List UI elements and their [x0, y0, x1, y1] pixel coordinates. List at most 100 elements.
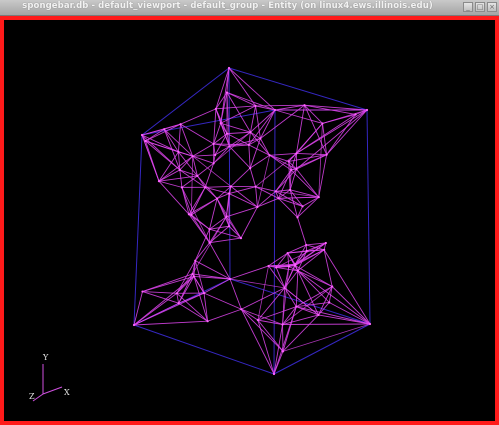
mesh-node — [281, 323, 284, 326]
bounding-box-edge — [228, 67, 368, 111]
mesh-edge — [296, 152, 327, 156]
mesh-node — [208, 228, 211, 231]
mesh-node — [177, 150, 180, 154]
minimize-icon[interactable]: _ — [463, 2, 473, 12]
mesh-edge — [180, 123, 214, 145]
mesh-edge — [192, 154, 216, 157]
mesh-node — [277, 197, 280, 200]
window-title: spongebar.db - default_viewport - defaul… — [22, 1, 433, 11]
mesh-edge — [192, 143, 214, 157]
mesh-edge — [282, 266, 290, 325]
mesh-edge — [297, 270, 333, 287]
mesh-node — [225, 132, 229, 135]
mesh-edge — [181, 187, 192, 216]
mesh-edge — [192, 216, 227, 275]
mesh-edge — [181, 187, 210, 243]
mesh-node — [219, 122, 222, 125]
mesh-node — [227, 192, 231, 195]
mesh-edge — [228, 67, 256, 107]
mesh-edge — [203, 278, 231, 294]
mesh-node — [141, 290, 144, 293]
mesh-node — [296, 269, 299, 272]
axis-label-z: Z — [29, 392, 35, 401]
mesh-node — [191, 272, 194, 275]
mesh-edge — [203, 293, 209, 322]
mesh-node — [196, 174, 199, 177]
mesh-scene[interactable] — [4, 20, 495, 421]
bounding-box-edge — [141, 109, 276, 136]
mesh-node — [140, 133, 144, 137]
mesh-node — [225, 91, 229, 94]
mesh-edge — [269, 152, 297, 156]
mesh-node — [303, 104, 306, 107]
close-icon[interactable]: × — [487, 2, 497, 12]
mesh-node — [283, 286, 286, 289]
mesh-node — [208, 241, 211, 244]
mesh-node — [295, 305, 298, 308]
mesh-edge — [248, 109, 276, 146]
mesh-node — [317, 196, 320, 199]
mesh-node — [295, 168, 298, 171]
3d-viewport[interactable]: Y X Z — [0, 16, 499, 425]
mesh-node — [191, 155, 194, 158]
mesh-node — [365, 108, 369, 112]
mesh-node — [274, 190, 277, 193]
mesh-node — [267, 264, 270, 268]
mesh-node — [215, 197, 219, 200]
mesh-edge — [180, 124, 194, 157]
mesh-node — [240, 308, 243, 311]
mesh-node — [247, 143, 250, 146]
mesh-node — [213, 153, 217, 157]
mesh-edge — [227, 131, 251, 135]
mesh-edge — [188, 214, 210, 243]
mesh-node — [296, 216, 299, 219]
mesh-node — [287, 160, 290, 163]
mesh-edge — [207, 308, 242, 322]
mesh-edge — [259, 109, 276, 139]
mesh-node — [331, 285, 334, 288]
mesh-edge — [296, 286, 333, 308]
mesh-node — [249, 131, 252, 134]
mesh-edge — [282, 314, 319, 325]
mesh-node — [228, 277, 232, 281]
mesh-edge — [229, 278, 285, 289]
mesh-node — [256, 319, 260, 322]
axis-label-x: X — [64, 388, 70, 397]
mesh-node — [272, 372, 276, 376]
mesh-node — [227, 225, 231, 228]
mesh-node — [239, 237, 243, 240]
maximize-icon[interactable]: □ — [475, 2, 485, 12]
mesh-edge — [257, 319, 284, 352]
mesh-node — [202, 292, 206, 295]
mesh-node — [325, 153, 328, 156]
bounding-box-edge — [273, 109, 276, 375]
mesh-node — [249, 166, 252, 170]
mesh-node — [256, 205, 259, 209]
bounding-box-edge — [366, 109, 371, 325]
mesh-edge — [230, 167, 251, 187]
mesh-edge — [278, 196, 319, 199]
mesh-node — [206, 320, 209, 323]
mesh-edge — [282, 323, 371, 325]
mesh-node — [228, 145, 231, 148]
mesh-edge — [248, 144, 251, 169]
mesh-edge — [268, 252, 288, 267]
mesh-node — [190, 213, 193, 216]
mesh-edge — [257, 265, 269, 321]
mesh-edge — [145, 140, 193, 157]
mesh-edge — [249, 167, 257, 187]
mesh-edge — [297, 270, 371, 325]
mesh-edge — [229, 146, 251, 169]
mesh-node — [194, 259, 197, 262]
mesh-node — [178, 168, 181, 172]
bounding-box-edge — [228, 67, 231, 280]
title-bar[interactable]: spongebar.db - default_viewport - defaul… — [0, 0, 499, 16]
mesh-node — [175, 292, 178, 295]
mesh-node — [281, 350, 285, 353]
mesh-edge — [290, 169, 320, 198]
mesh-edge — [190, 156, 194, 215]
mesh-node — [254, 104, 257, 107]
mesh-node — [328, 301, 331, 304]
mesh-edge — [297, 217, 307, 246]
mesh-node — [305, 243, 308, 247]
